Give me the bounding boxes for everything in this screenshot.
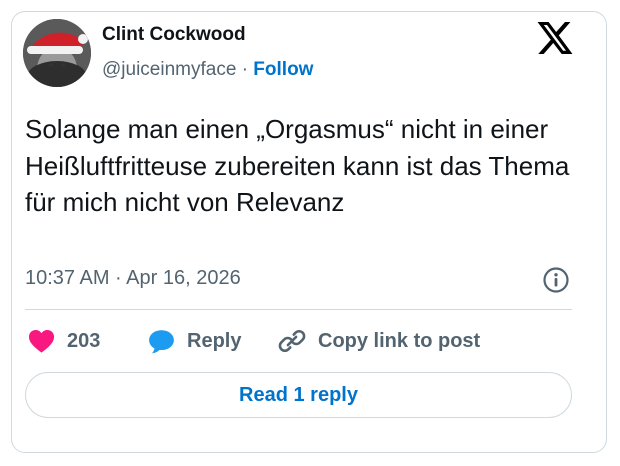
- avatar[interactable]: [23, 19, 91, 87]
- read-reply-label: Read 1 reply: [239, 383, 358, 406]
- separator-dot: ·: [241, 59, 249, 80]
- author-name[interactable]: Clint Cockwood: [102, 24, 246, 46]
- heart-icon: [28, 329, 55, 353]
- follow-button[interactable]: Follow: [253, 59, 313, 80]
- like-button[interactable]: 203: [28, 326, 100, 356]
- author-handle-row: @juiceinmyface · Follow: [102, 59, 313, 81]
- author-handle[interactable]: @juiceinmyface: [102, 59, 236, 80]
- divider: [25, 309, 572, 310]
- tweet-text: Solange man einen „Orgasmus“ nicht in ei…: [25, 114, 570, 217]
- speech-bubble-icon: [149, 329, 174, 353]
- copy-link-label: Copy link to post: [318, 329, 481, 352]
- info-icon[interactable]: [542, 266, 570, 294]
- link-icon: [278, 330, 306, 352]
- timestamp[interactable]: 10:37 AM · Apr 16, 2026: [25, 267, 241, 290]
- reply-button[interactable]: Reply: [148, 326, 241, 356]
- copy-link-button[interactable]: Copy link to post: [278, 326, 480, 356]
- like-count: 203: [67, 329, 101, 352]
- reply-label: Reply: [187, 329, 242, 352]
- x-logo-icon[interactable]: [537, 22, 573, 54]
- read-reply-button[interactable]: Read 1 reply: [25, 372, 572, 418]
